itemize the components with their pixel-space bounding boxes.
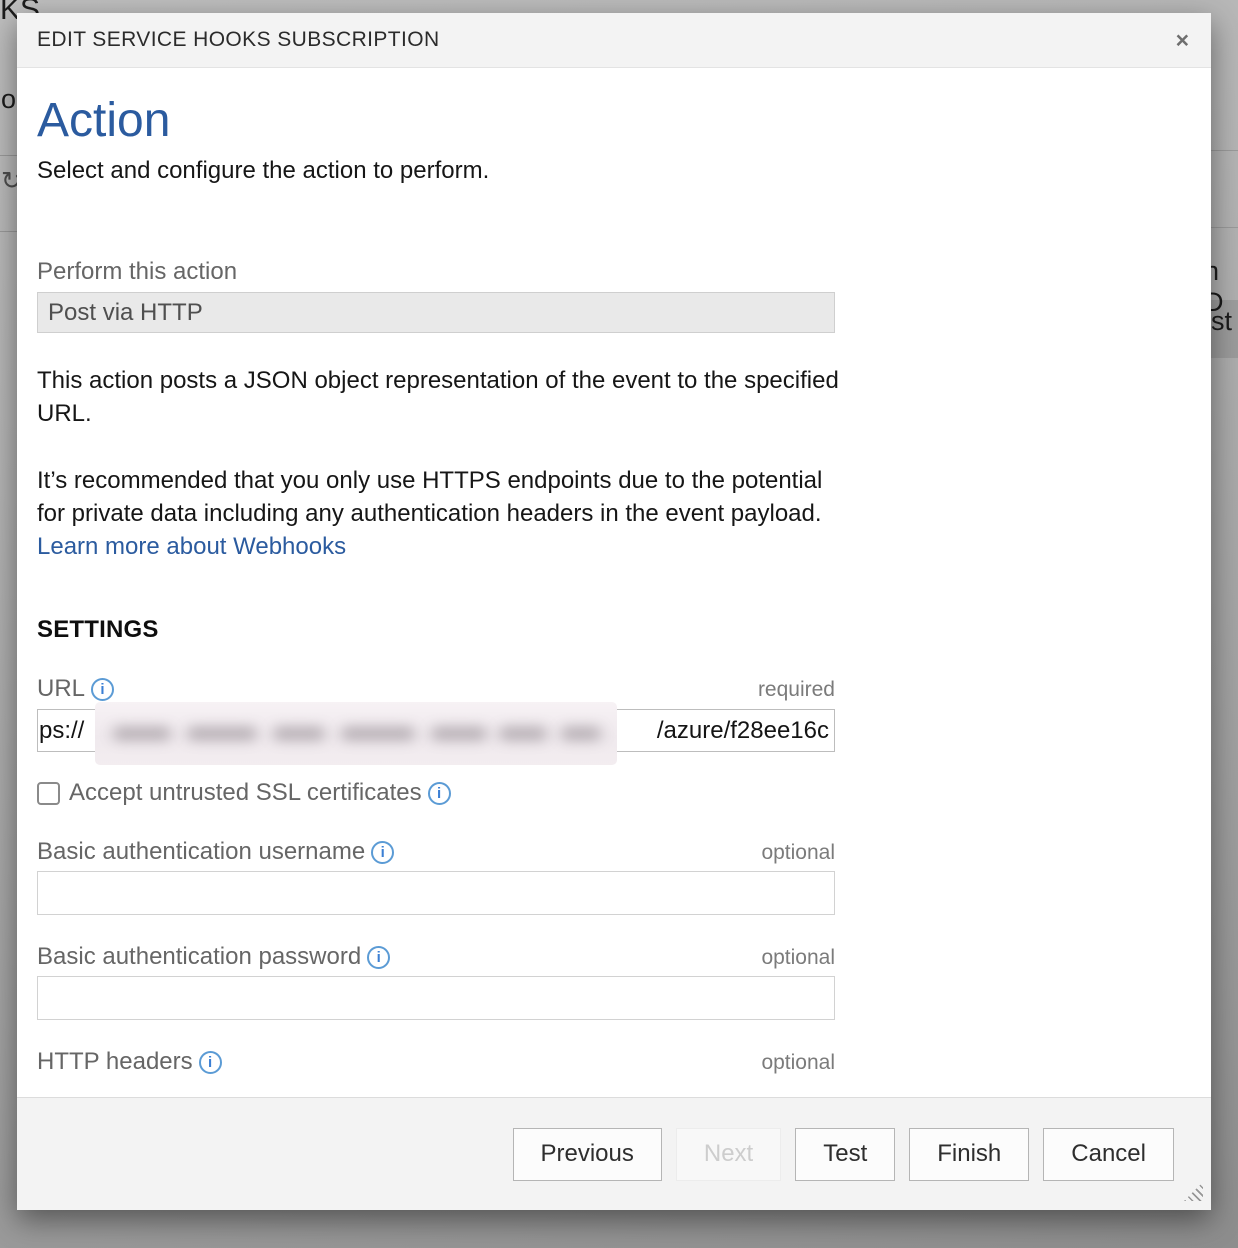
ssl-checkbox-row: Accept untrusted SSL certificates i [37, 779, 1211, 807]
background-divider [0, 155, 17, 156]
ssl-checkbox-label: Accept untrusted SSL certificates [69, 779, 422, 807]
url-label-row: URL i required [37, 675, 835, 703]
url-field-wrap: ps:// /azure/f28ee16c [37, 709, 835, 752]
optional-badge: optional [761, 841, 835, 865]
ssl-checkbox[interactable] [37, 782, 60, 805]
dialog-header: EDIT SERVICE HOOKS SUBSCRIPTION × [17, 13, 1211, 68]
cancel-button[interactable]: Cancel [1043, 1128, 1174, 1181]
info-icon[interactable]: i [91, 678, 114, 701]
learn-more-link[interactable]: Learn more about Webhooks [37, 533, 346, 560]
close-icon[interactable]: × [1176, 29, 1189, 52]
headers-label-row: HTTP headers i optional [37, 1048, 835, 1076]
test-button[interactable]: Test [795, 1128, 895, 1181]
background-divider [1211, 150, 1238, 151]
url-value-prefix: ps:// [39, 710, 84, 751]
page-title: Action [37, 94, 1211, 148]
edit-service-hooks-dialog: EDIT SERVICE HOOKS SUBSCRIPTION × Action… [17, 13, 1211, 1210]
background-text-fragment-left: o [1, 84, 17, 115]
action-select: Post via HTTP [37, 292, 835, 333]
optional-badge: optional [761, 1051, 835, 1075]
background-divider [0, 231, 17, 232]
background-cell-text-fragment: st [1211, 306, 1237, 337]
finish-button[interactable]: Finish [909, 1128, 1029, 1181]
info-icon[interactable]: i [428, 782, 451, 805]
perform-action-label: Perform this action [37, 258, 1211, 286]
next-button: Next [676, 1128, 781, 1181]
url-value-suffix: /azure/f28ee16c [657, 710, 829, 751]
refresh-icon: ↻ [1, 166, 17, 196]
background-divider [1211, 227, 1238, 228]
resize-handle[interactable] [1184, 1182, 1203, 1201]
dialog-title: EDIT SERVICE HOOKS SUBSCRIPTION [37, 28, 440, 52]
info-icon[interactable]: i [371, 841, 394, 864]
password-label-row: Basic authentication password i optional [37, 943, 835, 971]
redacted-url-blur [95, 702, 617, 765]
username-label-row: Basic authentication username i optional [37, 838, 835, 866]
username-input[interactable] [37, 871, 835, 915]
https-recommendation: It’s recommended that you only use HTTPS… [37, 464, 843, 563]
page-subtitle: Select and configure the action to perfo… [37, 157, 1211, 185]
password-input[interactable] [37, 976, 835, 1020]
previous-button[interactable]: Previous [513, 1128, 662, 1181]
info-icon[interactable]: i [367, 946, 390, 969]
info-icon[interactable]: i [199, 1051, 222, 1074]
dialog-body: Action Select and configure the action t… [17, 68, 1211, 1097]
url-label: URL [37, 675, 85, 703]
action-description: This action posts a JSON object represen… [37, 364, 843, 430]
settings-heading: SETTINGS [37, 616, 1211, 644]
username-label: Basic authentication username [37, 838, 365, 866]
required-badge: required [758, 678, 835, 702]
dialog-footer: Previous Next Test Finish Cancel [17, 1097, 1211, 1210]
http-headers-label: HTTP headers [37, 1048, 193, 1076]
optional-badge: optional [761, 946, 835, 970]
password-label: Basic authentication password [37, 943, 361, 971]
